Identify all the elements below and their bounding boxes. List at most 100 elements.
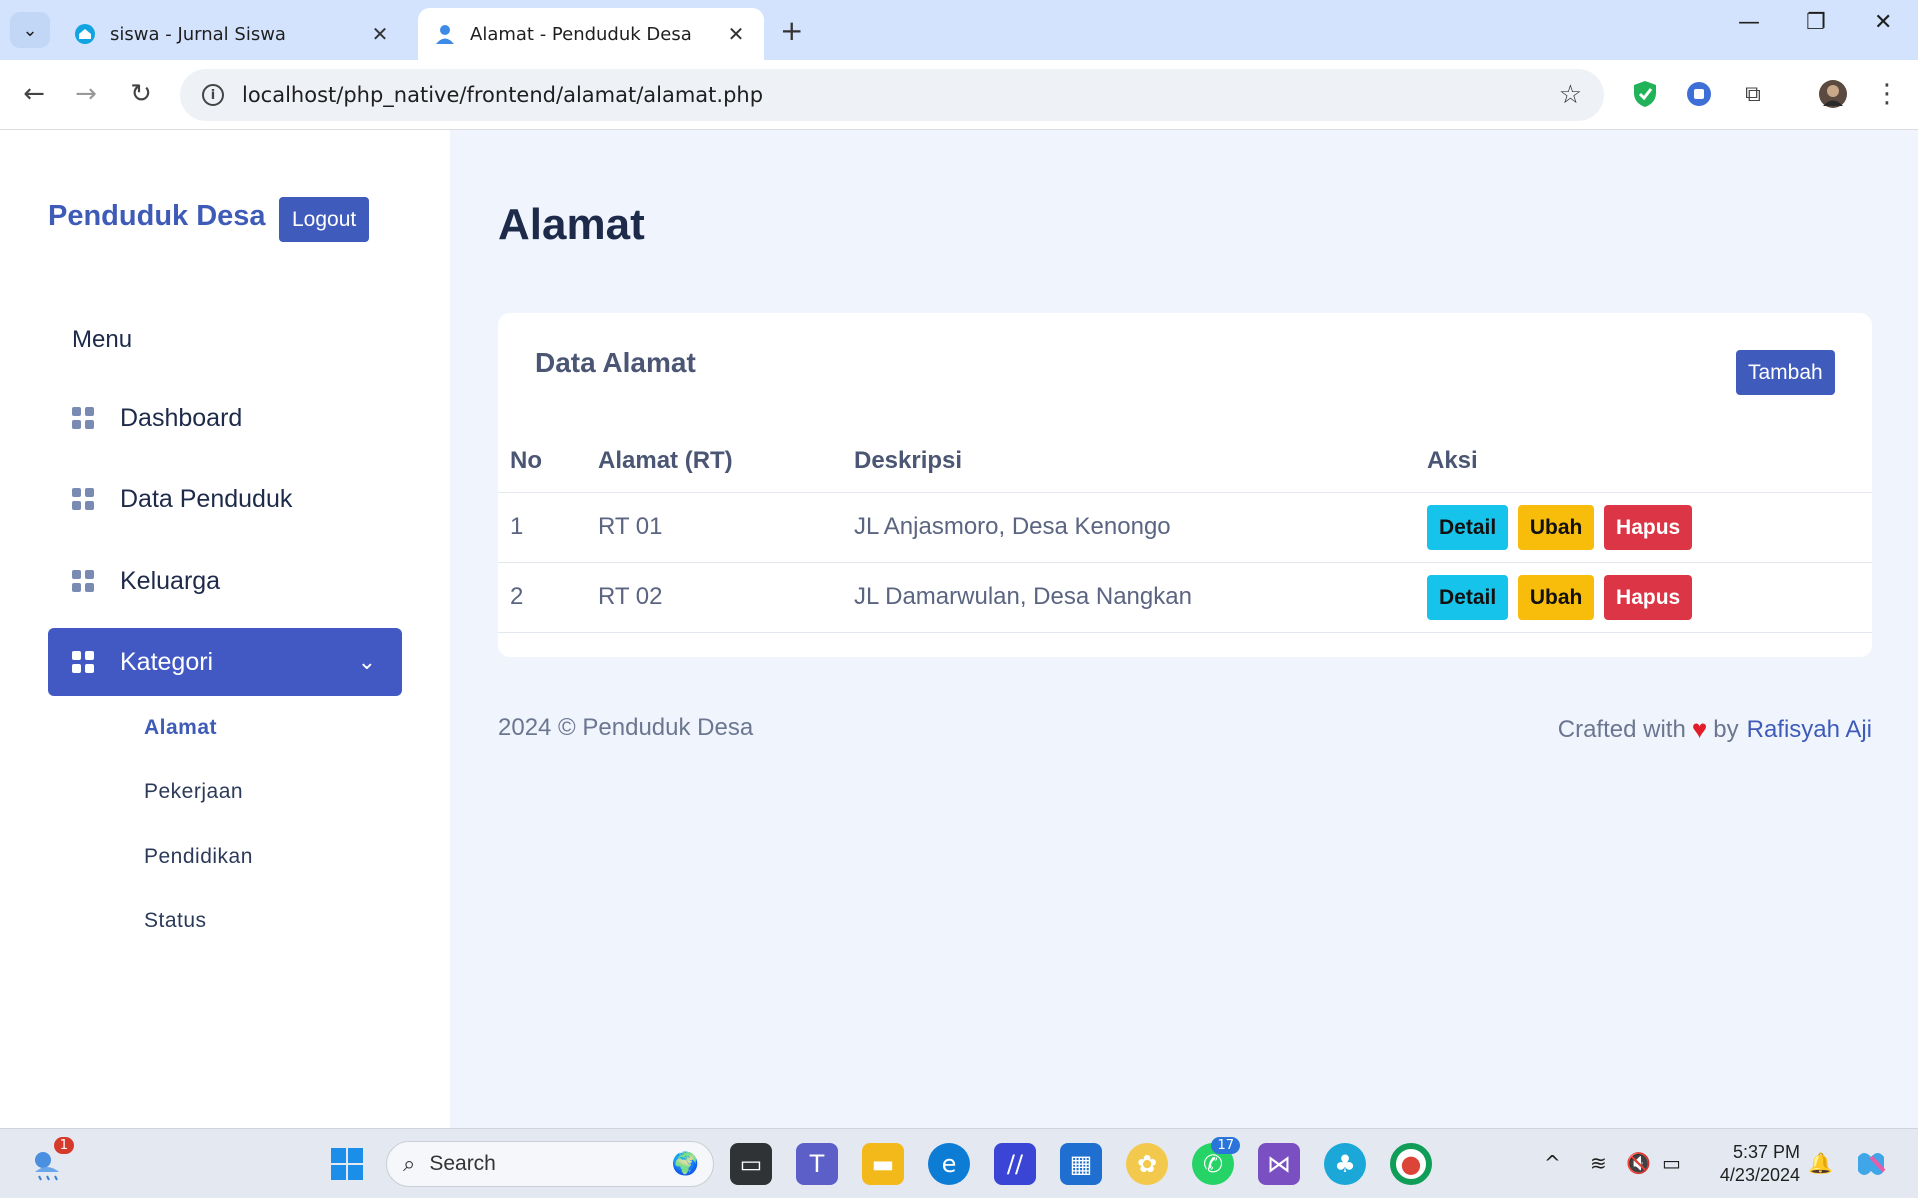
tab-search-button[interactable]: ⌄ [10, 12, 50, 48]
delete-button[interactable]: Hapus [1604, 504, 1693, 550]
search-icon: ⌕ [403, 1151, 416, 1176]
store-icon[interactable]: ▦ [1060, 1143, 1102, 1185]
cell-alamat: RT 02 [598, 562, 854, 633]
address-bar[interactable]: i localhost/php_native/frontend/alamat/a… [180, 69, 1604, 121]
footer-crafted-text: Crafted with [1557, 715, 1686, 743]
windows-start-icon[interactable] [326, 1143, 368, 1185]
cell-aksi: Detail Ubah Hapus [1427, 562, 1872, 633]
column-header: Aksi [1427, 430, 1872, 493]
close-window-icon[interactable]: ✕ [1874, 10, 1892, 35]
app-icon[interactable]: ♣ [1324, 1143, 1366, 1185]
tab-title: siswa - Jurnal Siswa [110, 23, 286, 45]
notification-badge: 17 [1211, 1137, 1240, 1154]
add-button[interactable]: Tambah [1736, 350, 1835, 395]
edit-button[interactable]: Ubah [1517, 574, 1595, 620]
tab-title: Alamat - Penduduk Desa [470, 23, 692, 45]
back-icon[interactable]: ← [18, 78, 50, 110]
sidebar-item-label: Keluarga [120, 566, 221, 595]
menu-kebab-icon[interactable]: ⋮ [1870, 77, 1904, 111]
shield-extension-icon[interactable] [1628, 77, 1662, 111]
page-title: Alamat [498, 200, 645, 249]
reload-icon[interactable]: ↻ [125, 78, 157, 110]
sidebar-item-data-penduduk[interactable]: Data Penduduk [48, 465, 402, 533]
tab-alamat[interactable]: Alamat - Penduduk Desa ✕ [418, 8, 764, 60]
bell-icon[interactable]: 🔔 [1808, 1151, 1833, 1175]
sidebar-item-keluarga[interactable]: Keluarga [48, 547, 402, 615]
notification-badge: 1 [53, 1137, 74, 1154]
data-card: Data Alamat Tambah No Alamat (RT) Deskri… [498, 313, 1872, 657]
new-tab-icon[interactable]: + [780, 14, 803, 47]
browser-toolbar: ← → ↻ i localhost/php_native/frontend/al… [0, 60, 1918, 130]
grid-icon [72, 651, 94, 673]
tab-jurnal-siswa[interactable]: siswa - Jurnal Siswa ✕ [58, 8, 408, 60]
profile-avatar[interactable] [1816, 77, 1850, 111]
restore-icon[interactable]: ❐ [1806, 10, 1826, 35]
page: Penduduk Desa Logout Menu Dashboard Data… [0, 130, 1918, 1128]
table-row: 1 RT 01 JL Anjasmoro, Desa Kenongo Detai… [498, 492, 1872, 563]
clock-time: 5:37 PM [1732, 1142, 1800, 1162]
cell-deskripsi: JL Anjasmoro, Desa Kenongo [854, 492, 1427, 563]
task-view-icon[interactable]: ▭ [730, 1143, 772, 1185]
heart-icon: ♥ [1691, 714, 1708, 744]
grid-icon [72, 570, 94, 592]
chrome-icon[interactable]: ● [1390, 1143, 1432, 1185]
footer-by-text: by [1713, 715, 1739, 743]
wifi-icon[interactable]: ≋ [1590, 1151, 1607, 1175]
table-header-row: No Alamat (RT) Deskripsi Aksi [498, 430, 1872, 493]
edit-button[interactable]: Ubah [1517, 504, 1595, 550]
address-table: No Alamat (RT) Deskripsi Aksi 1 RT 01 JL… [498, 430, 1872, 633]
bookmark-star-icon[interactable]: ☆ [1559, 80, 1582, 110]
taskbar: 1 ⌕ Search 🌍 ▭ T ▬ e // ▦ ✿ ✆ 17 ⋈ ♣ ● ^… [0, 1128, 1918, 1198]
column-header: Alamat (RT) [598, 430, 854, 493]
copilot-icon[interactable] [1850, 1143, 1892, 1185]
close-icon[interactable]: ✕ [368, 22, 392, 46]
forward-icon[interactable]: → [70, 78, 102, 110]
author-link[interactable]: Rafisyah Aji [1747, 716, 1872, 744]
sidebar-subitem-status[interactable]: Status [144, 909, 207, 933]
chevron-up-icon[interactable]: ^ [1544, 1151, 1561, 1175]
delete-button[interactable]: Hapus [1604, 574, 1693, 620]
sidebar-item-label: Data Penduduk [120, 484, 293, 513]
whatsapp-icon[interactable]: ✆ 17 [1192, 1137, 1240, 1185]
detail-button[interactable]: Detail [1427, 504, 1509, 550]
cell-no: 2 [498, 562, 598, 633]
search-placeholder: Search [429, 1152, 496, 1175]
globe-icon: 🌍 [671, 1151, 699, 1176]
sidebar-item-label: Dashboard [120, 403, 243, 432]
edge-icon[interactable]: e [928, 1143, 970, 1185]
cell-deskripsi: JL Damarwulan, Desa Nangkan [854, 562, 1427, 633]
brand-title[interactable]: Penduduk Desa [48, 200, 266, 233]
grid-icon [72, 407, 94, 429]
minimize-icon[interactable]: — [1738, 10, 1760, 35]
sidebar-subitem-pekerjaan[interactable]: Pekerjaan [144, 780, 243, 804]
sidebar-item-dashboard[interactable]: Dashboard [48, 384, 402, 452]
sidebar-item-kategori[interactable]: Kategori ⌄ [48, 628, 402, 696]
cell-no: 1 [498, 492, 598, 563]
detail-button[interactable]: Detail [1427, 574, 1509, 620]
close-icon[interactable]: ✕ [724, 22, 748, 46]
extensions-puzzle-icon[interactable]: ⧉ [1736, 77, 1770, 111]
file-explorer-icon[interactable]: ▬ [862, 1143, 904, 1185]
volume-muted-icon[interactable]: 🔇 [1626, 1151, 1651, 1175]
browser-tabstrip: ⌄ siswa - Jurnal Siswa ✕ Alamat - Pendud… [0, 0, 1918, 60]
visual-studio-icon[interactable]: ⋈ [1258, 1143, 1300, 1185]
sidebar-subitem-alamat[interactable]: Alamat [144, 716, 217, 740]
clock[interactable]: 5:37 PM 4/23/2024 [1700, 1141, 1800, 1187]
table-row: 2 RT 02 JL Damarwulan, Desa Nangkan Deta… [498, 562, 1872, 633]
column-header: No [498, 430, 598, 493]
info-icon[interactable]: i [202, 84, 224, 106]
user-icon [434, 23, 456, 45]
app-icon[interactable]: // [994, 1143, 1036, 1185]
battery-icon[interactable]: ▭ [1662, 1151, 1681, 1175]
card-title: Data Alamat [535, 347, 696, 378]
footer-credit: Crafted with ♥ by Rafisyah Aji [1558, 714, 1872, 745]
sidebar-subitem-pendidikan[interactable]: Pendidikan [144, 845, 253, 869]
taskbar-search[interactable]: ⌕ Search 🌍 [386, 1141, 714, 1187]
home-icon [74, 23, 96, 45]
logout-button[interactable]: Logout [279, 197, 370, 242]
app-icon[interactable]: ✿ [1126, 1143, 1168, 1185]
weather-widget-icon[interactable]: 1 [26, 1137, 74, 1185]
vpn-extension-icon[interactable] [1682, 77, 1716, 111]
grid-icon [72, 488, 94, 510]
teams-icon[interactable]: T [796, 1143, 838, 1185]
